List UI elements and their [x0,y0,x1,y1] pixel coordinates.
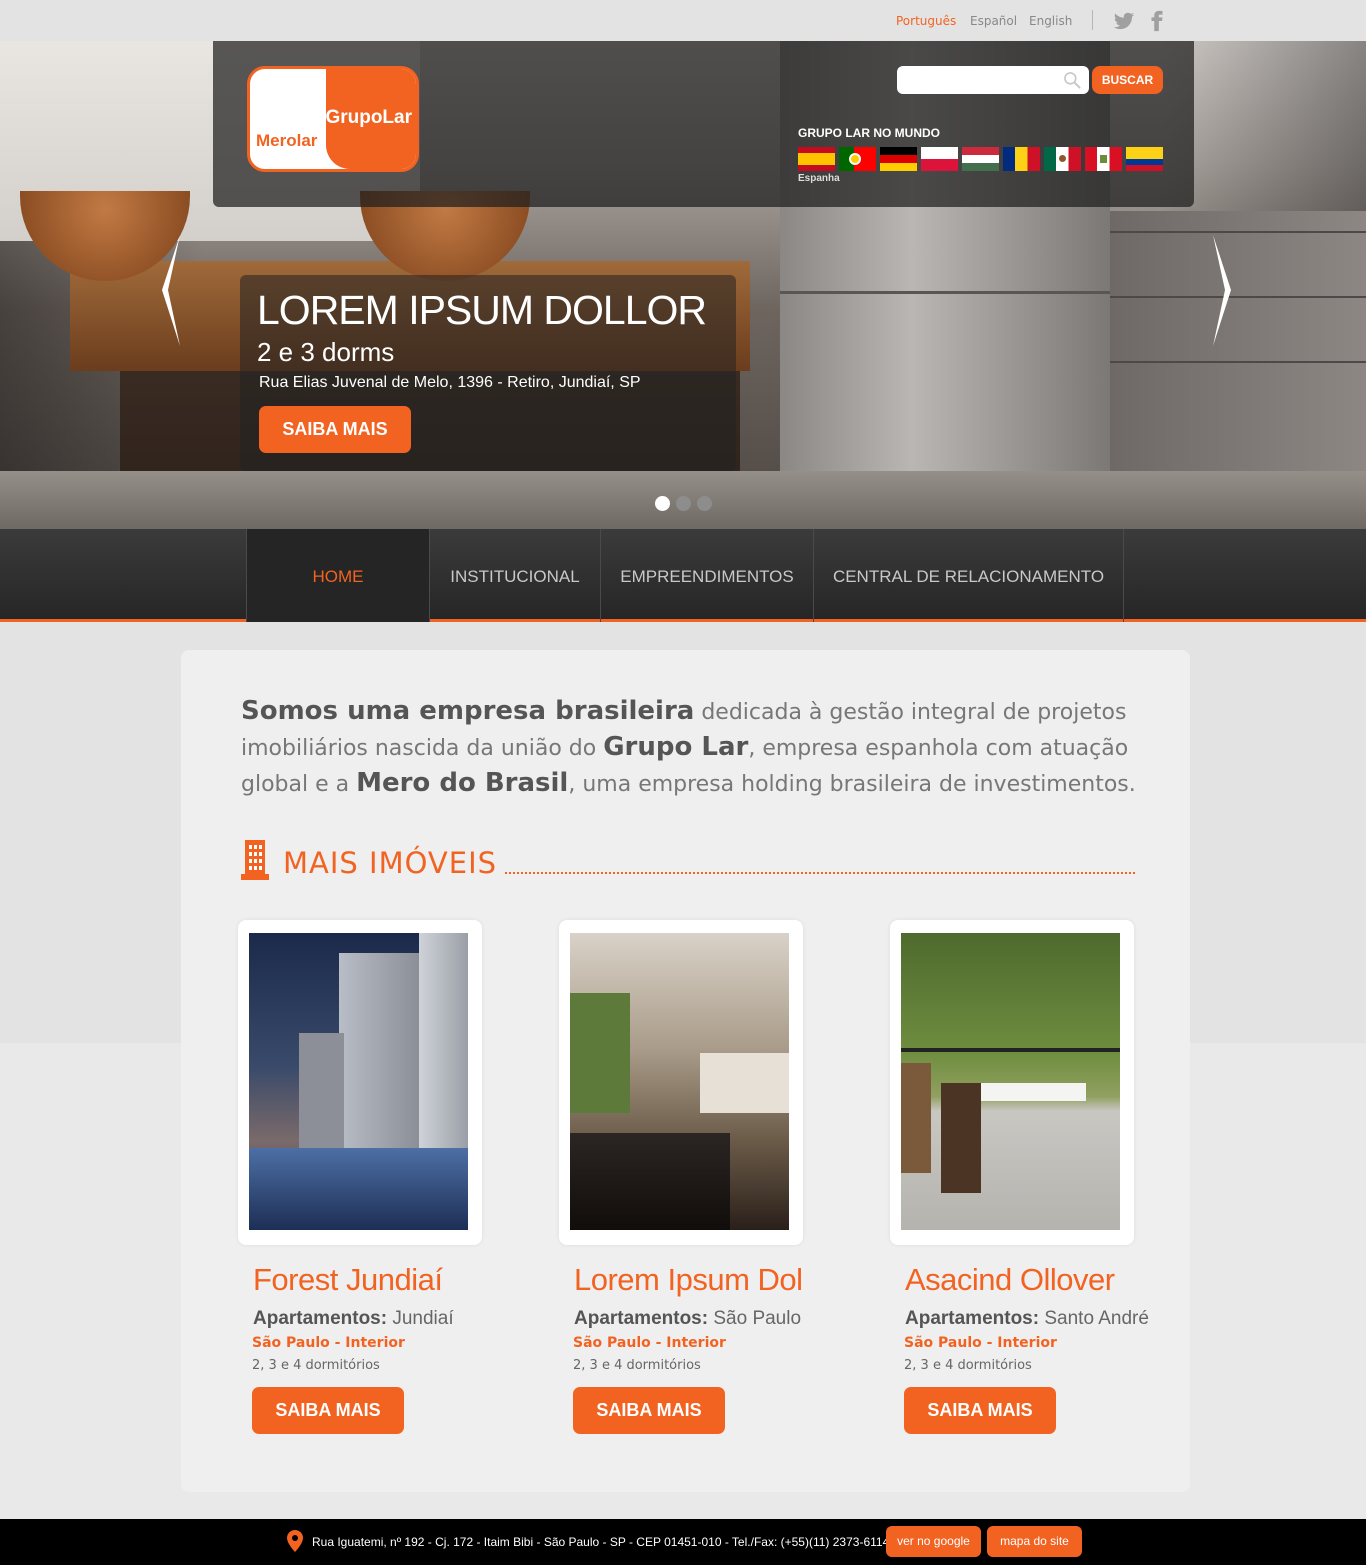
search-button[interactable]: BUSCAR [1092,66,1163,94]
intro-bold-1: Somos uma empresa brasileira [241,696,695,726]
property-saiba-mais-button[interactable]: SAIBA MAIS [573,1387,725,1434]
property-saiba-mais-button[interactable]: SAIBA MAIS [252,1387,404,1434]
intro-text: Somos uma empresa brasileira dedicada à … [241,694,1141,802]
twitter-icon[interactable] [1113,10,1135,32]
property-dorms: 2, 3 e 4 dormitórios [573,1358,701,1373]
section-title: MAIS IMÓVEIS [283,846,498,880]
hero-photo-detail [1110,296,1366,298]
hero-photo-detail [780,291,1110,294]
flag-portugal-icon[interactable] [839,147,876,171]
property-type: Apartamentos: São Paulo [574,1308,801,1330]
property-type: Apartamentos: Santo André [905,1308,1149,1330]
property-region: São Paulo - Interior [252,1335,405,1351]
lang-english[interactable]: English [1029,14,1072,28]
property-region: São Paulo - Interior [904,1335,1057,1351]
slide-title: LOREM IPSUM DOLLOR [257,287,707,333]
flag-peru-icon[interactable] [1085,147,1122,171]
slider-dot[interactable] [655,496,670,511]
logo-text-merolar: Merolar [256,131,318,150]
intro-bold-3: Mero do Brasil [356,768,569,798]
nav-central-relacionamento[interactable]: CENTRAL DE RELACIONAMENTO [813,529,1123,622]
building-icon [241,840,269,880]
property-city: São Paulo [708,1308,802,1329]
property-dorms: 2, 3 e 4 dormitórios [904,1358,1032,1373]
property-name[interactable]: Asacind Ollover [905,1262,1115,1298]
nav-empreendimentos[interactable]: EMPREENDIMENTOS [600,529,813,622]
slide-subtitle: 2 e 3 dorms [257,337,395,367]
slider-dot[interactable] [676,496,691,511]
property-type-label: Apartamentos: [574,1308,709,1329]
flag-list [798,147,1163,171]
nav-home[interactable]: HOME [246,529,429,622]
sitemap-button[interactable]: mapa do site [987,1526,1082,1557]
property-saiba-mais-button[interactable]: SAIBA MAIS [904,1387,1056,1434]
lang-portugues[interactable]: Português [896,14,956,28]
property-type-label: Apartamentos: [905,1308,1040,1329]
footer-address: Rua Iguatemi, nº 192 - Cj. 172 - Itaim B… [312,1535,890,1549]
google-maps-button[interactable]: ver no google [886,1526,981,1557]
flag-poland-icon[interactable] [921,147,958,171]
property-image[interactable] [570,933,789,1230]
property-type: Apartamentos: Jundiaí [253,1308,454,1330]
property-name[interactable]: Forest Jundiaí [253,1262,443,1298]
prev-arrow-icon[interactable] [158,233,184,348]
flag-hungary-icon[interactable] [962,147,999,171]
location-pin-icon [287,1530,303,1552]
section-divider [505,872,1135,874]
flag-romania-icon[interactable] [1003,147,1040,171]
divider [1092,10,1093,30]
property-type-label: Apartamentos: [253,1308,388,1329]
slide-address: Rua Elias Juvenal de Melo, 1396 - Retiro… [259,374,641,391]
property-region: São Paulo - Interior [573,1335,726,1351]
nav-institucional[interactable]: INSTITUCIONAL [429,529,600,622]
divider [1123,529,1124,622]
next-arrow-icon[interactable] [1209,233,1235,348]
property-name[interactable]: Lorem Ipsum Dol [574,1262,803,1298]
property-image[interactable] [249,933,468,1230]
property-city: Santo André [1039,1308,1149,1329]
flag-mexico-icon[interactable] [1044,147,1081,171]
flag-spain-icon[interactable] [798,147,835,171]
logo-text-grupolar: GrupoLar [325,107,412,128]
main-nav: HOME INSTITUCIONAL EMPREENDIMENTOS CENTR… [0,529,1366,622]
slide-saiba-mais-button[interactable]: SAIBA MAIS [259,406,411,453]
hero-photo-detail [1110,361,1366,363]
flag-caption: Espanha [798,173,840,184]
intro-bold-2: Grupo Lar [603,732,749,762]
flag-colombia-icon[interactable] [1126,147,1163,171]
world-title: GRUPO LAR NO MUNDO [798,126,940,140]
flag-germany-icon[interactable] [880,147,917,171]
lang-espanol[interactable]: Español [970,14,1017,28]
slider-dots [655,496,712,511]
property-dorms: 2, 3 e 4 dormitórios [252,1358,380,1373]
search-icon[interactable] [1062,70,1082,90]
facebook-icon[interactable] [1146,10,1168,32]
hero-photo-detail [1110,231,1366,233]
slider-dot[interactable] [697,496,712,511]
search-input[interactable] [897,66,1089,94]
logo[interactable]: Merolar GrupoLar [247,66,419,172]
property-city: Jundiaí [387,1308,454,1329]
property-image[interactable] [901,933,1120,1230]
top-bar: Português Español English [0,0,1366,41]
intro-part-3: , uma empresa holding brasileira de inve… [568,772,1136,797]
